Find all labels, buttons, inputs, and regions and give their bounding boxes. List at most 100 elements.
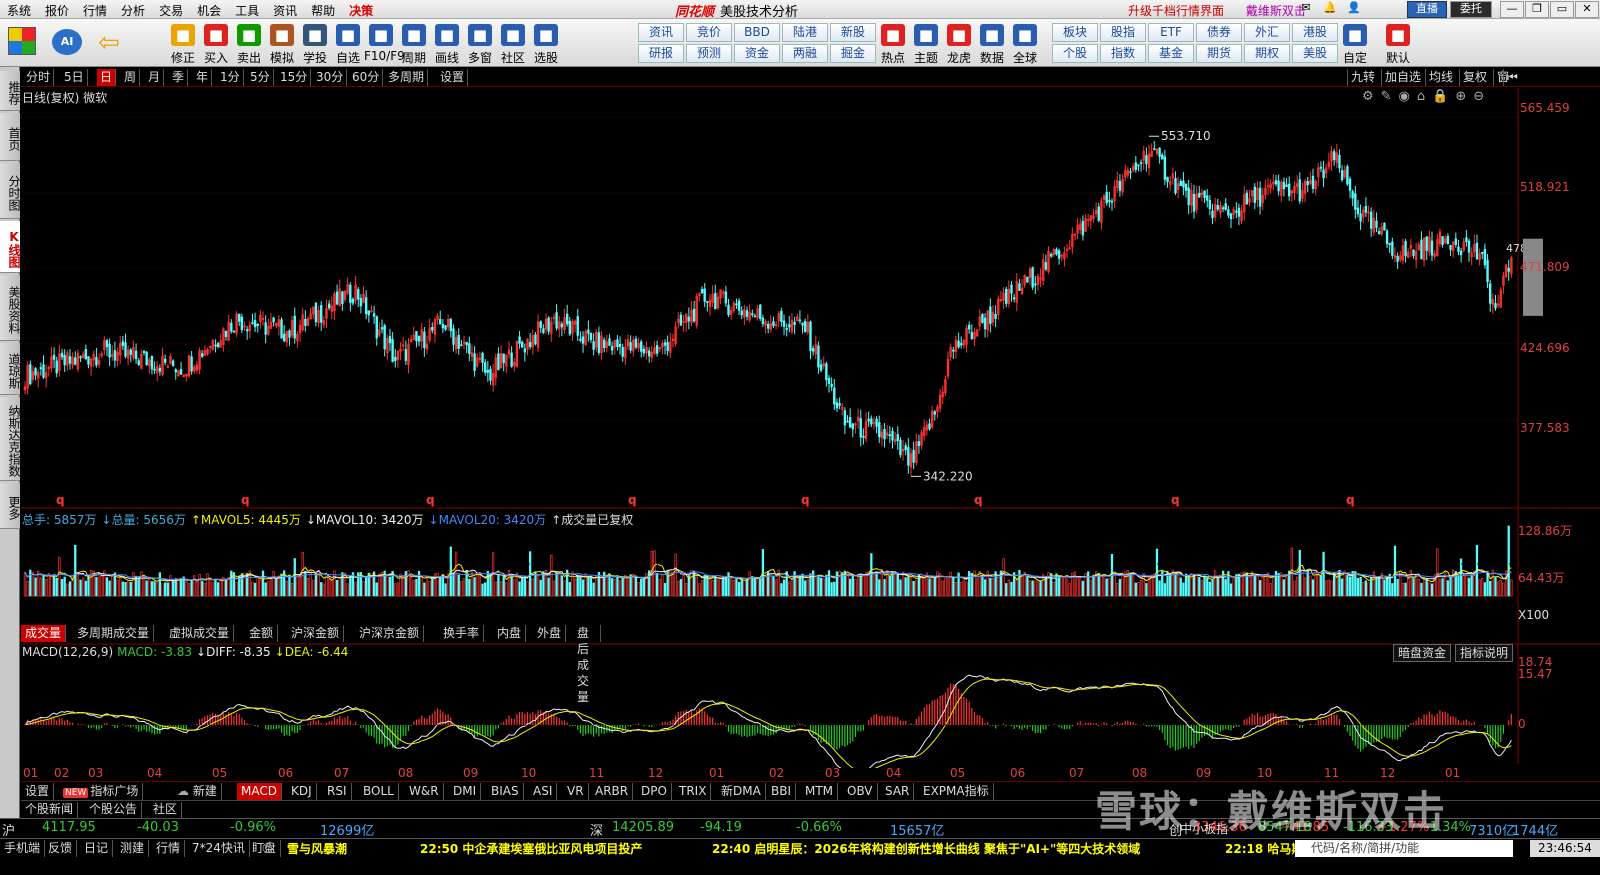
volume-tab[interactable]: 沪深金额: [287, 625, 345, 642]
sidebar-tab[interactable]: K线图: [0, 221, 21, 273]
toolbar-button[interactable]: ■ 卖出: [232, 22, 266, 66]
toolbar-grid-button[interactable]: 美股: [1292, 44, 1338, 63]
indicator-tab[interactable]: NEW 指标广场: [59, 783, 144, 800]
toolbar-grid-button[interactable]: 个股: [1052, 44, 1098, 63]
toolbar-button[interactable]: ■ 全球: [1008, 22, 1042, 66]
period-tab[interactable]: 30分: [313, 69, 348, 86]
status-tab[interactable]: 7*24快讯: [188, 840, 250, 857]
toolbar-grid-button[interactable]: 指数: [1100, 44, 1146, 63]
toolbar-button[interactable]: ■ 主题: [909, 22, 943, 66]
status-tab[interactable]: 行情: [152, 840, 186, 857]
toolbar-button[interactable]: ■ 多窗: [463, 22, 497, 66]
period-tab[interactable]: 5分: [247, 69, 274, 86]
chart-canvas[interactable]: 553.710342.220478q q q q q q q q: [21, 88, 1600, 768]
live-button[interactable]: 直播: [1407, 1, 1447, 18]
toolbar-button[interactable]: ■ 龙虎: [942, 22, 976, 66]
menu-item[interactable]: 决策: [342, 0, 373, 19]
period-tab[interactable]: 年: [193, 69, 213, 86]
status-tab[interactable]: 反馈: [44, 840, 78, 857]
indicator-tab[interactable]: SAR: [881, 783, 915, 800]
indicator-tab[interactable]: ASI: [529, 783, 558, 800]
toolbar-grid-button[interactable]: 板块: [1052, 23, 1098, 42]
toolbar-button[interactable]: ■ 默认: [1381, 22, 1415, 66]
period-tab[interactable]: 1分: [217, 69, 244, 86]
menu-item[interactable]: 行情: [76, 0, 107, 19]
index-name[interactable]: 沪: [2, 820, 15, 839]
toolbar-grid-button[interactable]: 研报: [638, 44, 684, 63]
maximize-icon[interactable]: ▭: [1550, 1, 1574, 18]
minimize-icon[interactable]: —: [1500, 1, 1524, 18]
period-tab[interactable]: 日: [97, 69, 117, 86]
news-tab[interactable]: 个股公告: [85, 802, 143, 818]
indicator-tab[interactable]: RSI: [323, 783, 352, 800]
toolbar-button[interactable]: ■学投资: [298, 22, 332, 82]
toolbar-grid-button[interactable]: 竞价: [686, 23, 732, 42]
toolbar-grid-button[interactable]: 资金: [734, 44, 780, 63]
toolbar-button[interactable]: ■ F10/F9: [364, 22, 405, 66]
restore-icon[interactable]: ❐: [1525, 1, 1549, 18]
menu-item[interactable]: 报价: [38, 0, 69, 19]
indicator-tab[interactable]: ☁ 新建: [173, 783, 222, 800]
volume-tab[interactable]: 沪深京金额: [355, 625, 425, 642]
volume-tab[interactable]: 多周期成交量: [73, 625, 155, 642]
period-tab[interactable]: 分时: [23, 69, 55, 86]
indicator-tab[interactable]: 新DMA: [717, 783, 766, 800]
news-ticker-item[interactable]: 22:18 哈马斯: [1225, 840, 1303, 857]
status-tab[interactable]: 日记: [80, 840, 114, 857]
headline-text[interactable]: 雪与风暴潮: [287, 840, 347, 857]
back-arrow-icon[interactable]: ⇦: [98, 28, 120, 58]
entrust-button[interactable]: 委托: [1450, 1, 1492, 18]
menu-item[interactable]: 工具: [228, 0, 259, 19]
period-tab[interactable]: 季: [169, 69, 189, 86]
toolbar-grid-button[interactable]: 两融: [782, 44, 828, 63]
code-search-input[interactable]: 代码/名称/简拼/功能: [1295, 840, 1513, 857]
menu-item[interactable]: 帮助: [304, 0, 335, 19]
toolbar-grid-button[interactable]: BBD: [734, 23, 780, 42]
toolbar-button[interactable]: ■ 修正: [166, 22, 200, 66]
volume-tab[interactable]: 内盘: [493, 625, 527, 642]
toolbar-button[interactable]: ■ 社区: [496, 22, 530, 66]
collapse-icon[interactable]: ⏮: [1503, 69, 1521, 86]
toolbar-button[interactable]: ■ 自定: [1338, 22, 1372, 66]
period-tab[interactable]: 60分: [349, 69, 384, 86]
toolbar-grid-button[interactable]: 预测: [686, 44, 732, 63]
toolbar-button[interactable]: ■ 选股: [529, 22, 563, 66]
news-tab[interactable]: 个股新闻: [21, 802, 79, 818]
close-icon[interactable]: ✕: [1575, 1, 1599, 18]
volume-tab[interactable]: 盘后成交量: [573, 625, 601, 704]
period-tab[interactable]: 周: [121, 69, 141, 86]
sidebar-tab[interactable]: 美股资料: [0, 275, 21, 341]
chart-tool-button[interactable]: 复权: [1459, 69, 1490, 86]
dark-pool-button[interactable]: 暗盘资金: [1393, 644, 1452, 662]
toolbar-button[interactable]: ■ 周期: [397, 22, 431, 66]
indicator-tab[interactable]: ARBR: [591, 783, 634, 800]
toolbar-button[interactable]: ■ 自选: [331, 22, 365, 66]
toolbar-grid-button[interactable]: 新股: [830, 23, 876, 42]
person-icon[interactable]: 👤: [1342, 1, 1366, 18]
volume-tab[interactable]: 金额: [245, 625, 279, 642]
toolbar-grid-button[interactable]: 资讯: [638, 23, 684, 42]
toolbar-button[interactable]: ■ 热点: [876, 22, 910, 66]
toolbar-grid-button[interactable]: 掘金: [830, 44, 876, 63]
sidebar-tab[interactable]: 分时图: [0, 163, 21, 219]
status-tab[interactable]: 测建: [116, 840, 150, 857]
menu-item[interactable]: 交易: [152, 0, 183, 19]
upgrade-link[interactable]: 升级千档行情界面: [1128, 4, 1224, 18]
indicator-tab[interactable]: OBV: [843, 783, 878, 800]
indicator-tab[interactable]: TRIX: [675, 783, 712, 800]
mail-icon[interactable]: ✉: [1294, 1, 1318, 18]
toolbar-grid-button[interactable]: 陆港: [782, 23, 828, 42]
toolbar-button[interactable]: ■ 模拟: [265, 22, 299, 66]
indicator-tab[interactable]: BBI: [767, 783, 797, 800]
toolbar-grid-button[interactable]: 期货: [1196, 44, 1242, 63]
news-tab[interactable]: 社区: [149, 802, 183, 818]
status-tab[interactable]: 手机端: [0, 840, 46, 857]
indicator-tab[interactable]: EXPMA指标: [919, 783, 994, 800]
sidebar-tab[interactable]: 纳斯达克指数: [0, 397, 21, 481]
ai-icon[interactable]: AI: [52, 29, 82, 55]
sidebar-tab[interactable]: 道琼斯: [0, 343, 21, 395]
indicator-tab[interactable]: KDJ: [287, 783, 317, 800]
toolbar-button[interactable]: ■ 买入: [199, 22, 233, 66]
toolbar-grid-button[interactable]: 外汇: [1244, 23, 1290, 42]
volume-tab[interactable]: 外盘: [533, 625, 567, 642]
